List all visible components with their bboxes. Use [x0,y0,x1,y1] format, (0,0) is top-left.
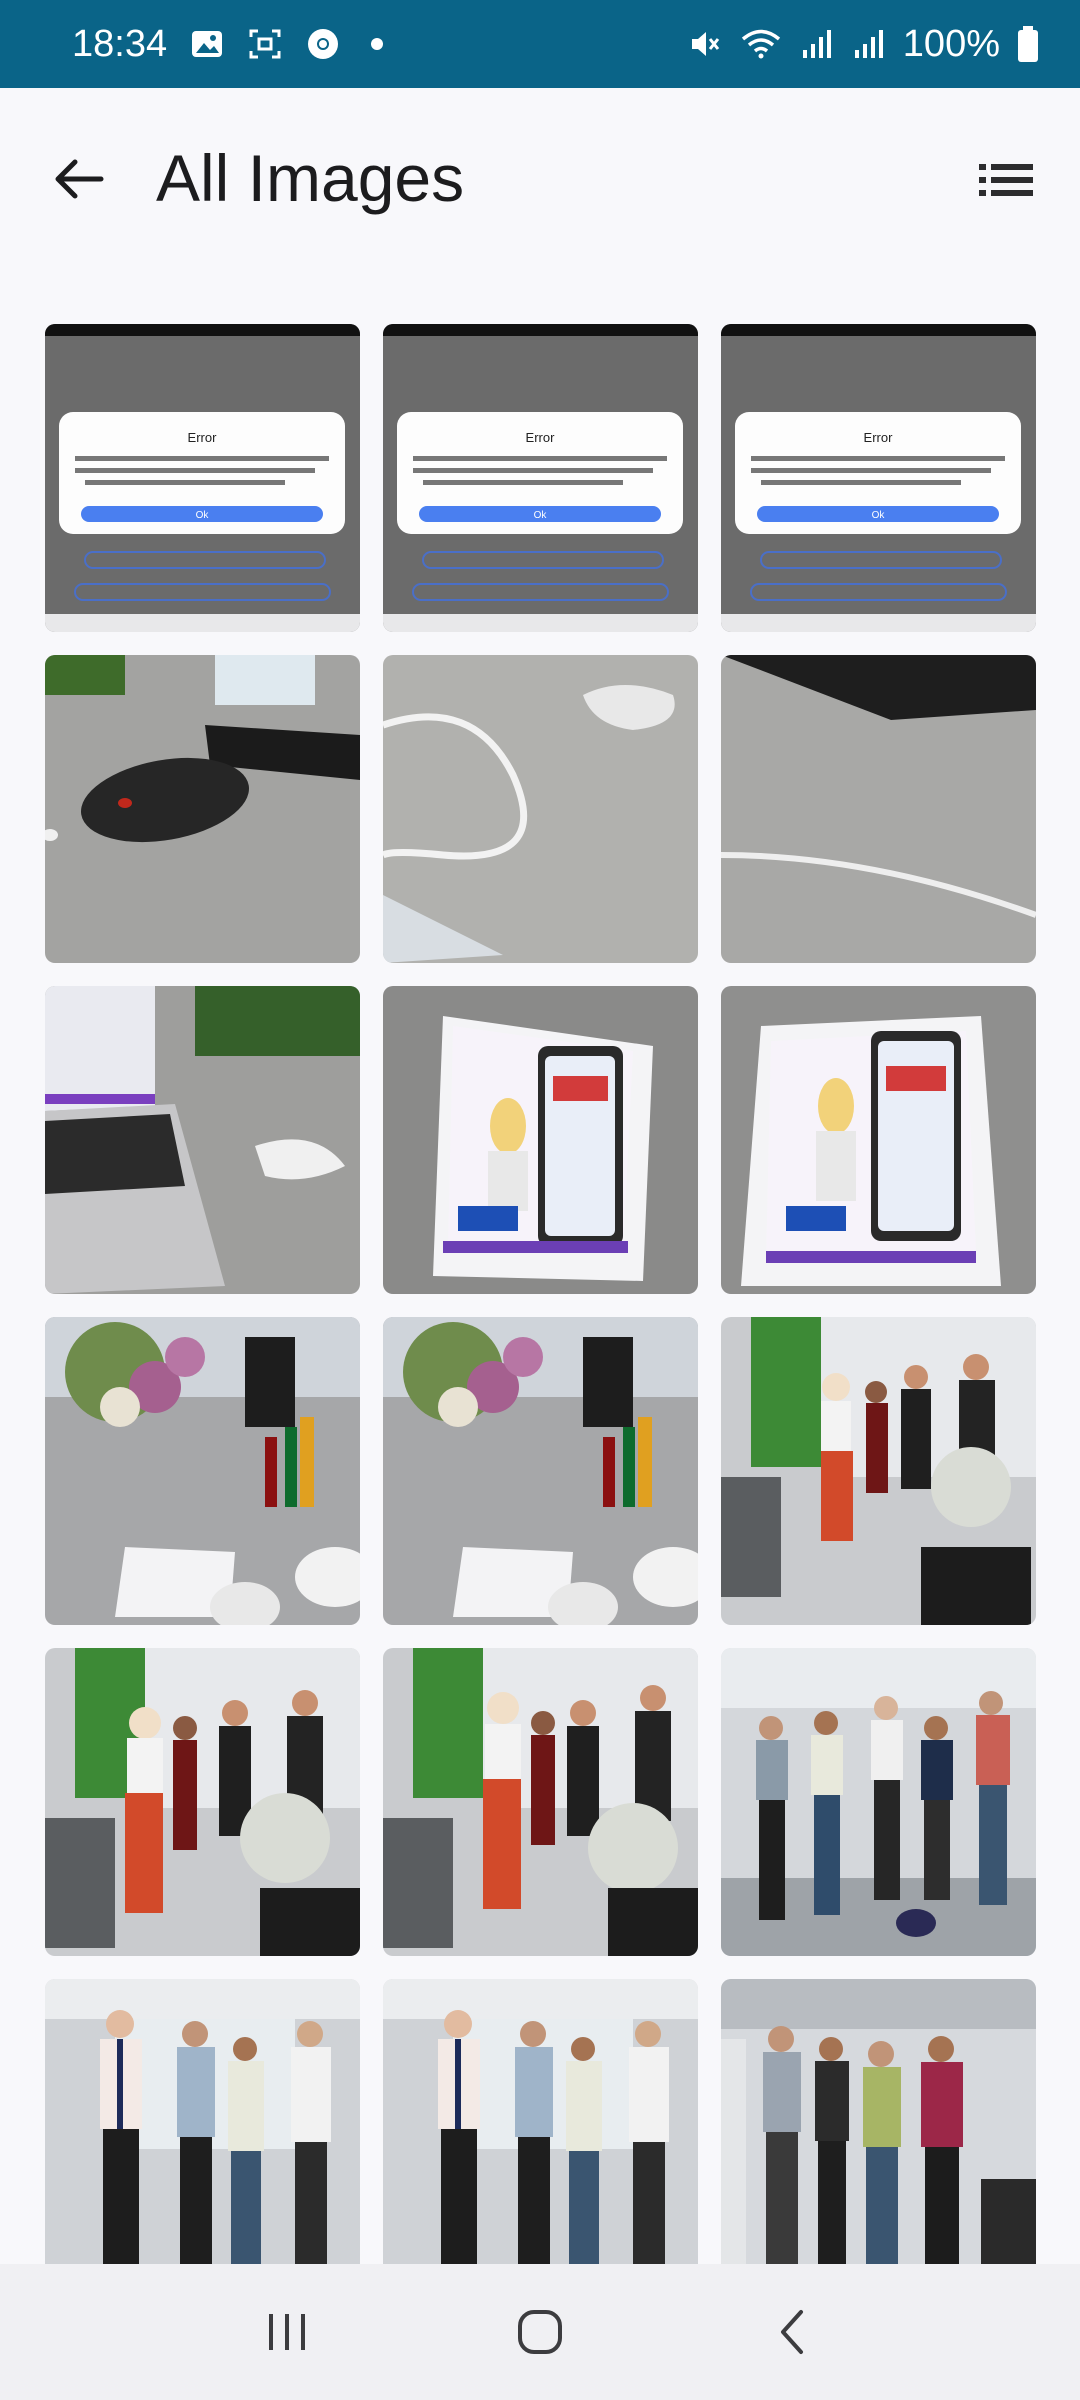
image-thumbnail[interactable] [45,655,360,963]
image-grid: Error Ok Error Ok Error Ok [45,324,1037,2287]
image-thumbnail[interactable] [383,1317,698,1625]
recent-apps-button[interactable] [242,2287,332,2377]
arrow-left-icon [55,159,104,199]
dialog-title: Error [526,430,556,445]
status-time: 18:34 [72,22,168,65]
image-thumbnail[interactable]: Error Ok [383,324,698,632]
image-thumbnail[interactable] [383,986,698,1294]
dialog-button: Ok [872,510,886,521]
app-bar: All Images [0,88,1080,268]
image-thumbnail[interactable] [383,1648,698,1956]
image-thumbnail[interactable] [721,1648,1036,1956]
wifi-icon [739,26,783,62]
recent-apps-icon [268,2314,305,2350]
dialog-button: Ok [534,510,548,521]
image-thumbnail[interactable] [383,1979,698,2287]
screenshot-icon [247,26,283,62]
battery-percent: 100% [902,22,1000,65]
gallery-icon [189,26,225,62]
dialog-button: Ok [196,510,210,521]
dialog-title: Error [864,430,894,445]
image-thumbnail[interactable] [721,1979,1036,2287]
back-nav-button[interactable] [748,2287,838,2377]
image-thumbnail[interactable]: Error Ok [45,324,360,632]
image-thumbnail[interactable] [45,1979,360,2287]
dialog-title: Error [188,430,218,445]
battery-icon [1016,25,1040,63]
back-button[interactable] [44,144,114,214]
mute-icon [687,26,723,62]
list-view-button[interactable] [976,150,1036,210]
page-title: All Images [156,141,465,215]
notification-dot [371,38,384,50]
signal-icon [799,26,835,62]
list-view-icon [979,164,1033,196]
home-button[interactable] [495,2287,585,2377]
image-thumbnail[interactable]: Error Ok [721,324,1036,632]
image-thumbnail[interactable] [45,1648,360,1956]
back-icon [781,2310,804,2354]
home-icon [517,2310,562,2354]
navigation-bar [0,2264,1080,2400]
image-thumbnail[interactable] [721,1317,1036,1625]
image-thumbnail[interactable] [721,986,1036,1294]
status-bar: 18:34 100% [0,0,1080,88]
status-bar-left: 18:34 [72,22,384,66]
signal-icon-2 [851,26,887,62]
image-thumbnail[interactable] [383,655,698,963]
image-thumbnail[interactable] [721,655,1036,963]
image-thumbnail[interactable] [45,986,360,1294]
chrome-icon [305,26,341,62]
image-thumbnail[interactable] [45,1317,360,1625]
status-bar-right: 100% [687,23,1040,66]
